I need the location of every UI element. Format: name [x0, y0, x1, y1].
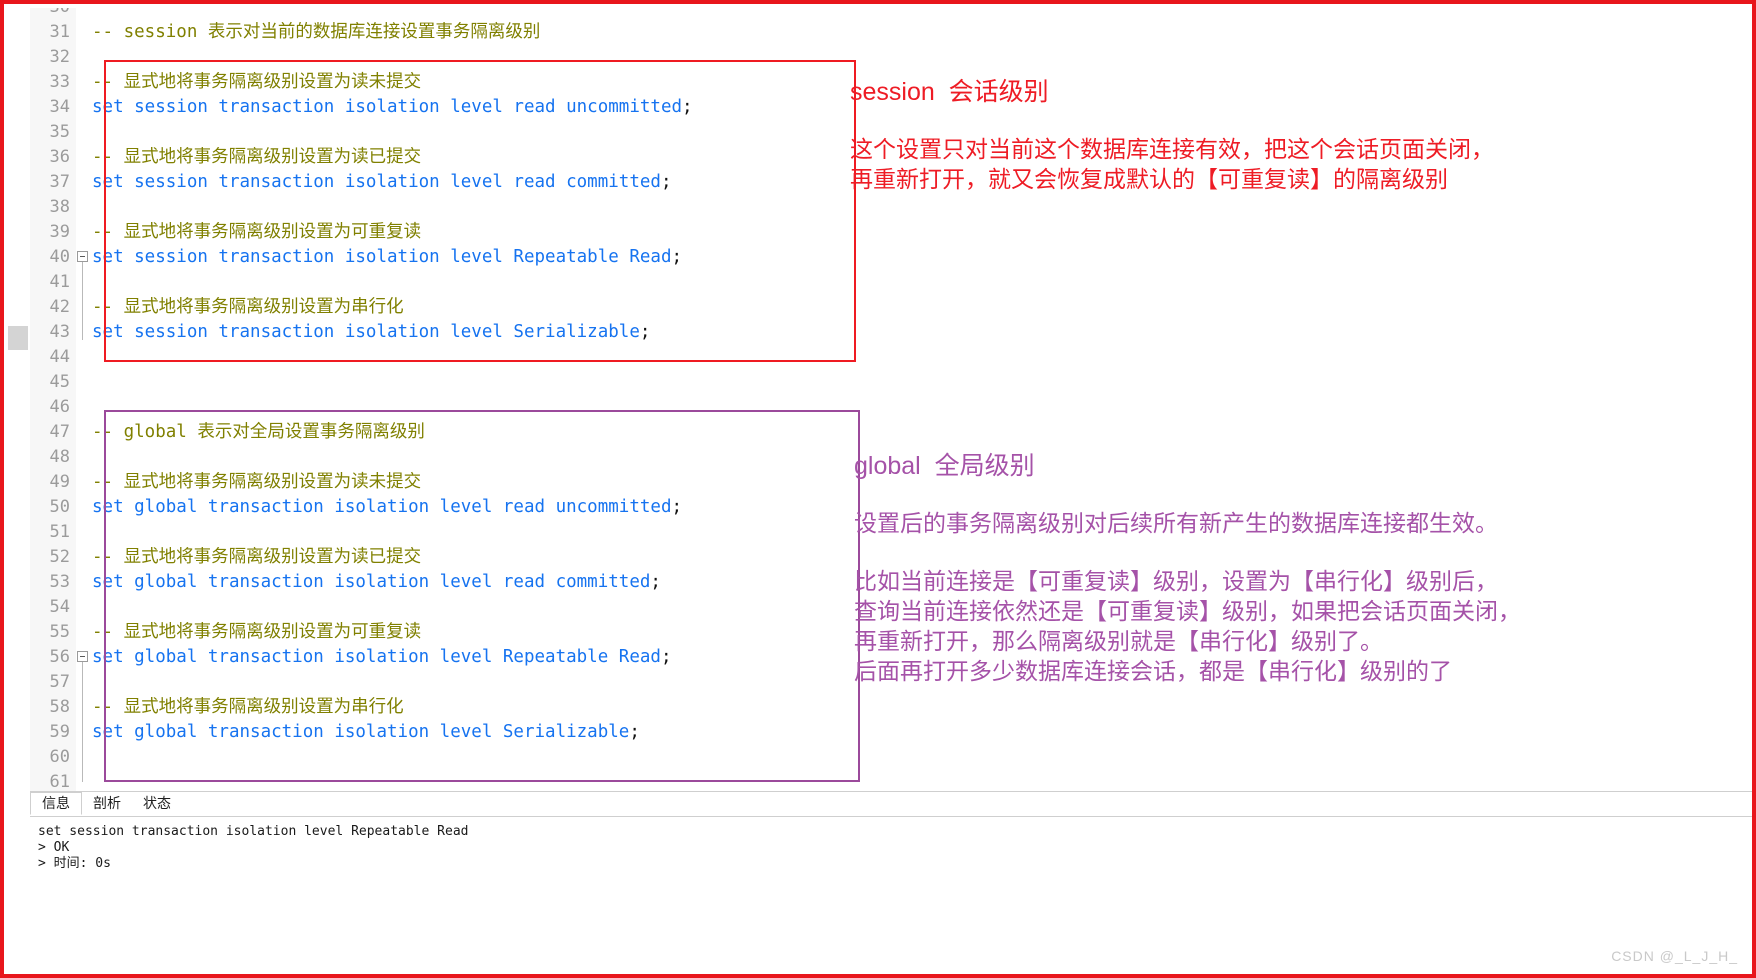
line-number: 48 [49, 447, 70, 467]
result-tab-1[interactable]: 剖析 [82, 793, 132, 816]
line-number: 36 [49, 147, 70, 167]
sql-comment: -- 显式地将事务隔离级别设置为读已提交 [92, 147, 422, 167]
line-number: 40 [49, 247, 70, 267]
sql-statement: set global transaction isolation level S… [92, 722, 640, 742]
sql-comment: -- 显式地将事务隔离级别设置为读未提交 [92, 472, 422, 492]
line-number: 33 [49, 72, 70, 92]
result-output-text: set session transaction isolation level … [38, 824, 469, 871]
line-number: 37 [49, 172, 70, 192]
line-number: 39 [49, 222, 70, 242]
sql-comment: -- 显式地将事务隔离级别设置为读未提交 [92, 72, 422, 92]
session-annotation-body: 这个设置只对当前这个数据库连接有效，把这个会话页面关闭， 再重新打开，就又会恢复… [850, 136, 1494, 192]
line-number: 53 [49, 572, 70, 592]
line-number: 32 [49, 47, 70, 67]
sql-statement: set session transaction isolation level … [92, 97, 693, 117]
line-number: 49 [49, 472, 70, 492]
line-number: 54 [49, 597, 70, 617]
result-tab-2[interactable]: 状态 [132, 793, 182, 816]
global-annotation-body-1: 设置后的事务隔离级别对后续所有新产生的数据库连接都生效。 [854, 510, 1498, 536]
line-number: 57 [49, 672, 70, 692]
session-annotation-title: session 会话级别 [850, 78, 1049, 106]
line-number: 43 [49, 322, 70, 342]
screenshot-root: 3031-- session 表示对当前的数据库连接设置事务隔离级别3233--… [0, 0, 1756, 978]
line-number: 58 [49, 697, 70, 717]
watermark: CSDN @_L_J_H_ [1611, 948, 1738, 964]
line-number: 47 [49, 422, 70, 442]
line-number: 51 [49, 522, 70, 542]
global-annotation-body-2: 比如当前连接是【可重复读】级别，设置为【串行化】级别后， 查询当前连接依然还是【… [854, 568, 1521, 684]
line-number: 38 [49, 197, 70, 217]
sql-statement: set session transaction isolation level … [92, 172, 672, 192]
annotation-column: session 会话级别 这个设置只对当前这个数据库连接有效，把这个会话页面关闭… [850, 8, 1752, 791]
line-number: 56 [49, 647, 70, 667]
line-number: 34 [49, 97, 70, 117]
line-number: 59 [49, 722, 70, 742]
line-number: 44 [49, 347, 70, 367]
line-number: 35 [49, 122, 70, 142]
sql-comment: -- global 表示对全局设置事务隔离级别 [92, 422, 425, 442]
sql-statement: set global transaction isolation level r… [92, 572, 661, 592]
line-number: 45 [49, 372, 70, 392]
sql-comment: -- 显式地将事务隔离级别设置为串行化 [92, 297, 404, 317]
line-number: 31 [49, 22, 70, 42]
sql-statement: set global transaction isolation level R… [92, 647, 672, 667]
line-number: 60 [49, 747, 70, 767]
line-number: 55 [49, 622, 70, 642]
fold-guide-line [82, 262, 83, 340]
global-annotation-title: global 全局级别 [854, 452, 1035, 480]
sql-comment: -- 显式地将事务隔离级别设置为可重复读 [92, 222, 422, 242]
panel-resize-handle[interactable] [8, 326, 28, 350]
line-number: 50 [49, 497, 70, 517]
result-panel: 信息 剖析 状态 set session transaction isolation… [30, 791, 1752, 974]
fold-toggle-icon[interactable] [77, 651, 88, 662]
line-number: 42 [49, 297, 70, 317]
sql-statement: set session transaction isolation level … [92, 247, 683, 267]
fold-toggle-icon[interactable] [77, 251, 88, 262]
line-number: 52 [49, 547, 70, 567]
sql-comment: -- 显式地将事务隔离级别设置为可重复读 [92, 622, 422, 642]
result-tab-bar[interactable]: 信息 剖析 状态 [30, 792, 1752, 817]
sql-comment: -- session 表示对当前的数据库连接设置事务隔离级别 [92, 22, 541, 42]
sql-comment: -- 显式地将事务隔离级别设置为串行化 [92, 697, 404, 717]
line-number: 61 [49, 772, 70, 791]
sql-statement: set global transaction isolation level r… [92, 497, 683, 517]
line-number: 46 [49, 397, 70, 417]
fold-guide-line [82, 662, 83, 782]
left-side-strip [8, 8, 30, 870]
sql-comment: -- 显式地将事务隔离级别设置为读已提交 [92, 547, 422, 567]
result-tab-0[interactable]: 信息 [30, 792, 82, 815]
line-number: 41 [49, 272, 70, 292]
sql-statement: set session transaction isolation level … [92, 322, 651, 342]
